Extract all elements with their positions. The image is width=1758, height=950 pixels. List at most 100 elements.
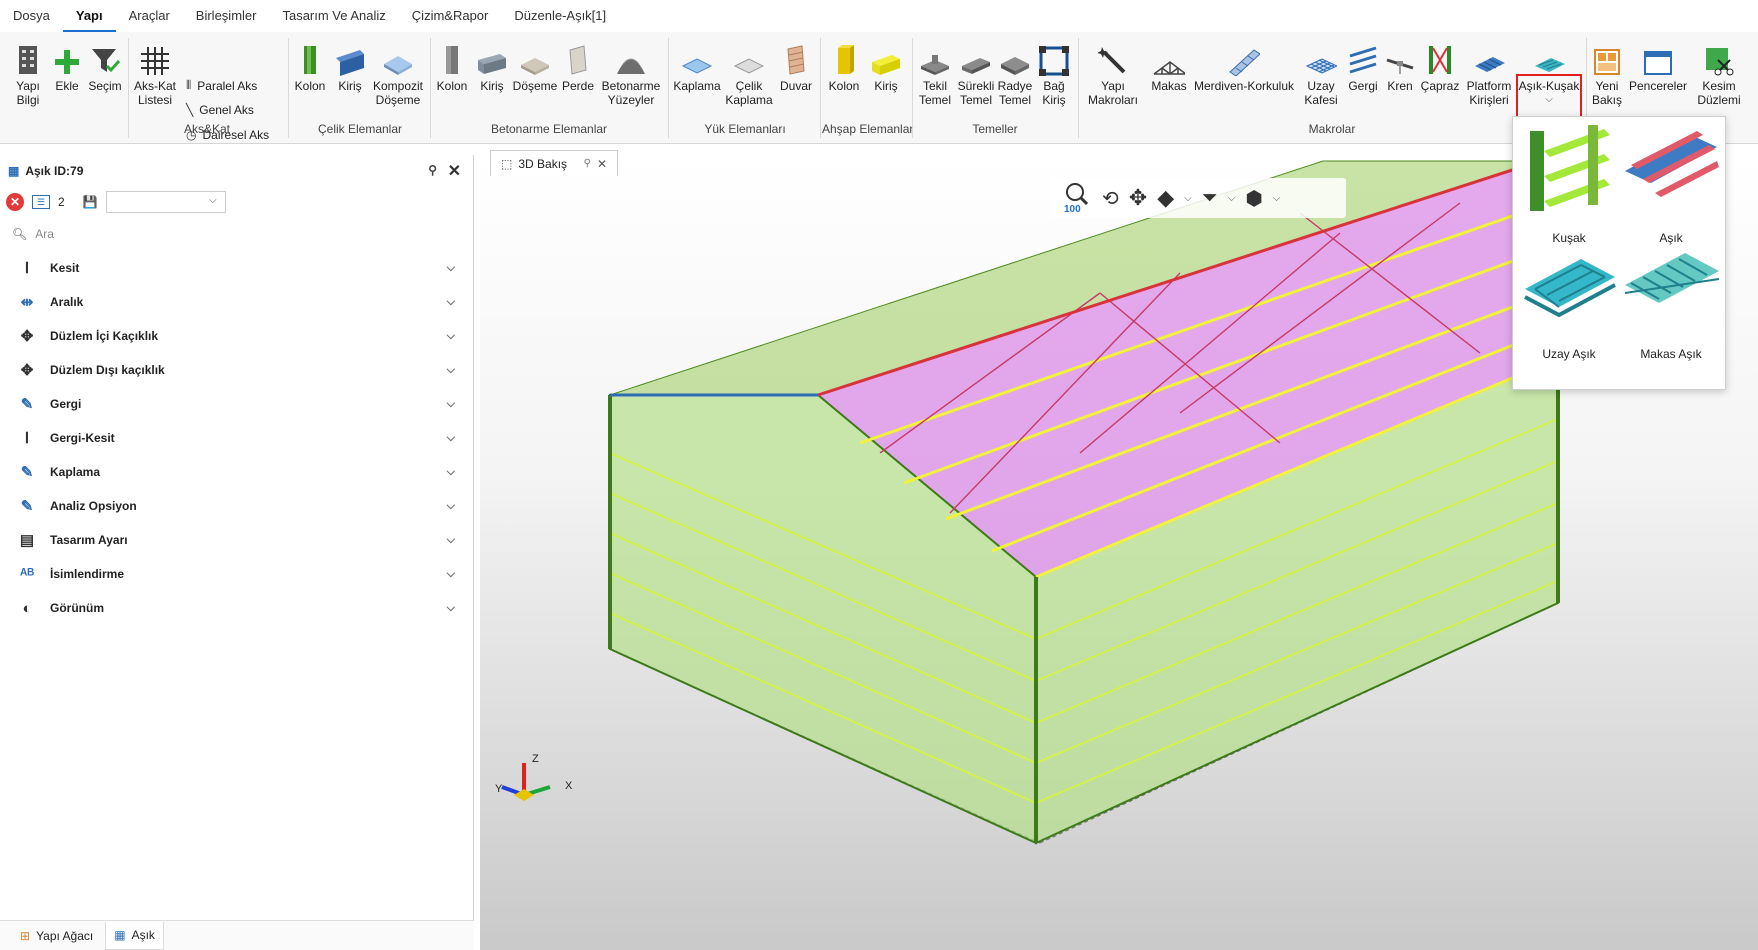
- chevron-down-icon[interactable]: ⌵: [1273, 193, 1281, 204]
- betonarme-yuzeyler-button[interactable]: Betonarme Yüzeyler: [600, 42, 662, 118]
- section-2[interactable]: ⇹ Aralık ⌵: [0, 285, 473, 319]
- settings-select[interactable]: ⌵: [105, 191, 226, 213]
- section-5[interactable]: ✎ Gergi ⌵: [0, 387, 473, 421]
- aks-kat-listesi-button[interactable]: Aks-Kat Listesi: [132, 42, 178, 118]
- dome-icon: [615, 42, 647, 76]
- section-4[interactable]: ✥ Düzlem Dışı kaçıklık ⌵: [0, 353, 473, 387]
- grid-icon: [139, 42, 171, 76]
- filter-icon[interactable]: ⏷: [1202, 187, 1218, 210]
- ribbon-separator: [1078, 38, 1079, 138]
- group-label-temeller: Temeller: [972, 122, 1018, 136]
- kaplama-label: Kaplama: [673, 79, 721, 93]
- ribbon-separator: [912, 38, 913, 138]
- kompozit-doseme-button[interactable]: Kompozit Döşeme: [370, 42, 426, 118]
- ahsap-kolon-button[interactable]: Kolon: [824, 42, 864, 118]
- section-6[interactable]: Ⅰ Gergi-Kesit ⌵: [0, 421, 473, 455]
- perde-button[interactable]: Perde: [560, 42, 596, 118]
- platform-kirisleri-button[interactable]: Platform Kirişleri: [1462, 42, 1516, 118]
- kaplama-button[interactable]: Kaplama: [672, 42, 722, 118]
- save-settings-icon[interactable]: 💾: [83, 195, 98, 209]
- close-icon[interactable]: ✕: [448, 161, 461, 181]
- bag-kiris-button[interactable]: Bağ Kiriş: [1036, 42, 1072, 118]
- paralel-aks-button[interactable]: ⦀ Paralel Aks: [186, 78, 257, 93]
- menu-duzenle-asik[interactable]: Düzenle-Aşık[1]: [501, 0, 619, 32]
- tekil-temel-button[interactable]: Tekil Temel: [916, 42, 954, 118]
- building-info-icon: [12, 42, 44, 76]
- yeni-bakis-button[interactable]: Yeni Bakış: [1588, 42, 1626, 118]
- purlin-girt-icon: [1533, 42, 1565, 76]
- ekle-button[interactable]: Ekle: [50, 42, 84, 118]
- section-list: Ⅰ Kesit ⌵ ⇹ Aralık ⌵ ✥ Düzlem İçi Kaçıklık ⌵ ✥ Düz…: [0, 251, 473, 625]
- zoom-button[interactable]: 100: [1062, 182, 1092, 215]
- celik-kolon-label: Kolon: [294, 79, 326, 93]
- section-label: Gergi-Kesit: [50, 431, 115, 445]
- filter-check-icon: [89, 42, 121, 76]
- pin-icon[interactable]: ⚲: [584, 158, 591, 169]
- menu-item-asik[interactable]: Aşık: [1621, 121, 1721, 245]
- timber-column-icon: [828, 42, 860, 76]
- ahsap-kiris-button[interactable]: Kiriş: [866, 42, 906, 118]
- view-cube-icon[interactable]: ◆: [1157, 185, 1174, 211]
- selection-count-icon[interactable]: ☰: [32, 195, 50, 209]
- yapi-bilgi-button[interactable]: Yapı Bilgi: [8, 42, 48, 118]
- menu-tasarim-analiz[interactable]: Tasarım Ve Analiz: [269, 0, 398, 32]
- menu-item-makas-asik[interactable]: Makas Aşık: [1621, 239, 1721, 361]
- tab-yapi-agaci[interactable]: ⊞ Yapı Ağacı: [12, 922, 101, 950]
- celik-kiris-button[interactable]: Kiriş: [332, 42, 368, 118]
- section-1[interactable]: Ⅰ Kesit ⌵: [0, 251, 473, 285]
- betonarme-doseme-button[interactable]: Döşeme: [512, 42, 558, 118]
- tree-icon: ⊞: [20, 928, 31, 943]
- section-10[interactable]: ᴬᴮ İsimlendirme ⌵: [0, 557, 473, 591]
- menu-araclar[interactable]: Araçlar: [116, 0, 183, 32]
- section-8[interactable]: ✎ Analiz Opsiyon ⌵: [0, 489, 473, 523]
- capraz-button[interactable]: Çapraz: [1418, 42, 1462, 118]
- girt-icon: [1530, 125, 1610, 211]
- delete-icon[interactable]: ✕: [6, 193, 24, 211]
- betonarme-kiris-button[interactable]: Kiriş: [474, 42, 510, 118]
- secim-button[interactable]: Seçim: [86, 42, 124, 118]
- close-icon[interactable]: ✕: [597, 157, 607, 171]
- pin-icon[interactable]: ⚲: [428, 163, 437, 177]
- menu-item-kusak[interactable]: Kuşak: [1519, 121, 1619, 245]
- menu-dosya[interactable]: Dosya: [0, 0, 63, 32]
- section-9[interactable]: ▤ Tasarım Ayarı ⌵: [0, 523, 473, 557]
- surekli-temel-button[interactable]: Sürekli Temel: [956, 42, 996, 118]
- celik-kolon-button[interactable]: Kolon: [292, 42, 328, 118]
- kren-button[interactable]: Kren: [1382, 42, 1418, 118]
- uzay-kafesi-button[interactable]: Uzay Kafesi: [1298, 42, 1344, 118]
- betonarme-kolon-button[interactable]: Kolon: [434, 42, 470, 118]
- makas-button[interactable]: Makas: [1146, 42, 1192, 118]
- orbit-icon[interactable]: ⟲: [1102, 186, 1119, 211]
- yapi-makrolari-button[interactable]: Yapı Makroları: [1082, 42, 1144, 118]
- betonarme-kiris-label: Kiriş: [480, 79, 504, 93]
- menu-item-uzay-asik[interactable]: Uzay Aşık: [1519, 239, 1619, 361]
- celik-kaplama-button[interactable]: Çelik Kaplama: [724, 42, 774, 118]
- tab-asik[interactable]: ▦ Aşık: [105, 921, 164, 950]
- merdiven-korkuluk-button[interactable]: Merdiven-Korkuluk: [1192, 42, 1296, 118]
- ribbon-separator: [128, 38, 129, 138]
- radye-temel-button[interactable]: Radye Temel: [996, 42, 1034, 118]
- pencereler-button[interactable]: Pencereler: [1628, 42, 1688, 118]
- pan-icon[interactable]: ✥: [1129, 185, 1147, 211]
- search-box[interactable]: 🔍︎ Ara: [0, 217, 473, 251]
- space-frame-icon: [1305, 42, 1337, 76]
- tab-3d-bakis[interactable]: ⬚ 3D Bakış ⚲ ✕: [490, 150, 618, 176]
- genel-aks-button[interactable]: ╲ Genel Aks: [186, 103, 254, 117]
- chevron-down-icon: ⌵: [446, 534, 455, 546]
- display-mode-icon[interactable]: ⬢: [1245, 186, 1262, 211]
- ribbon-separator: [430, 38, 431, 138]
- gergi-label: Gergi: [1348, 79, 1378, 93]
- section-11[interactable]: ◐ Görünüm ⌵: [0, 591, 473, 625]
- kesim-duzlemi-button[interactable]: Kesim Düzlemi: [1692, 42, 1746, 118]
- duvar-button[interactable]: Duvar: [776, 42, 816, 118]
- steel-cladding-icon: [733, 42, 765, 76]
- gergi-button[interactable]: Gergi: [1344, 42, 1382, 118]
- menu-birlesimler[interactable]: Birleşimler: [183, 0, 270, 32]
- surekli-temel-label: Sürekli Temel: [957, 79, 995, 107]
- section-7[interactable]: ✎ Kaplama ⌵: [0, 455, 473, 489]
- chevron-down-icon[interactable]: ⌵: [1228, 193, 1236, 204]
- menu-cizim-rapor[interactable]: Çizim&Rapor: [399, 0, 502, 32]
- menu-yapi[interactable]: Yapı: [62, 0, 116, 32]
- chevron-down-icon[interactable]: ⌵: [1184, 193, 1192, 204]
- section-3[interactable]: ✥ Düzlem İçi Kaçıklık ⌵: [0, 319, 473, 353]
